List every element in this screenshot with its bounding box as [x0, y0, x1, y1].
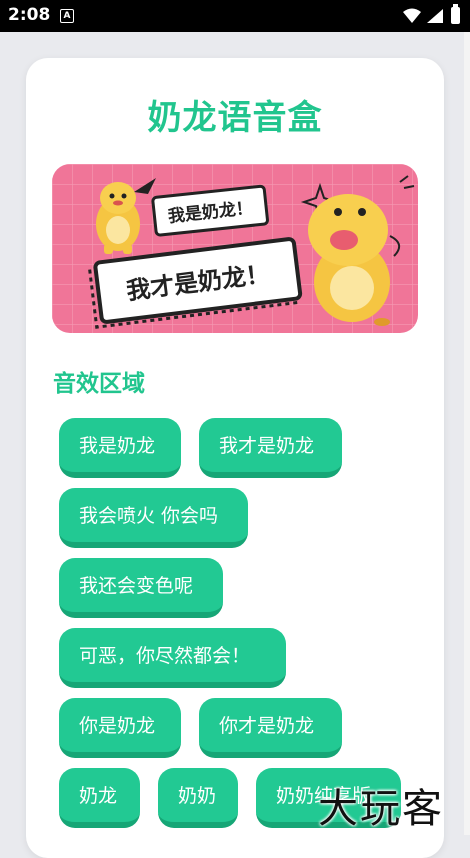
sound-button-6[interactable]: 你是奶龙: [59, 698, 181, 758]
signal-icon: [427, 9, 443, 23]
sound-button-4[interactable]: 我还会变色呢: [59, 558, 223, 618]
sound-button-3[interactable]: 我会喷火 你会吗: [59, 488, 248, 548]
status-time: 2:08: [8, 5, 51, 25]
section-title-sound-effects: 音效区域: [53, 371, 145, 397]
sound-button-8[interactable]: 奶龙: [59, 768, 140, 828]
banner-illustration: 我是奶龙！ 我才是奶龙！: [52, 164, 418, 333]
status-bar: 2:08 A: [0, 0, 470, 32]
sound-button-7[interactable]: 你才是奶龙: [199, 698, 342, 758]
sound-button-1[interactable]: 我是奶龙: [59, 418, 181, 478]
banner-image: 我是奶龙！ 我才是奶龙！: [52, 164, 418, 333]
watermark: 大玩客: [318, 786, 444, 832]
screen-edge: [464, 32, 470, 835]
sound-button-5[interactable]: 可恶，你尽然都会！: [59, 628, 286, 688]
page-title: 奶龙语音盒: [147, 98, 323, 138]
wifi-icon: [403, 8, 421, 23]
battery-icon: [451, 4, 460, 24]
sound-button-9[interactable]: 奶奶: [158, 768, 238, 828]
sound-button-2[interactable]: 我才是奶龙: [199, 418, 342, 478]
notification-badge-icon: A: [60, 9, 74, 23]
